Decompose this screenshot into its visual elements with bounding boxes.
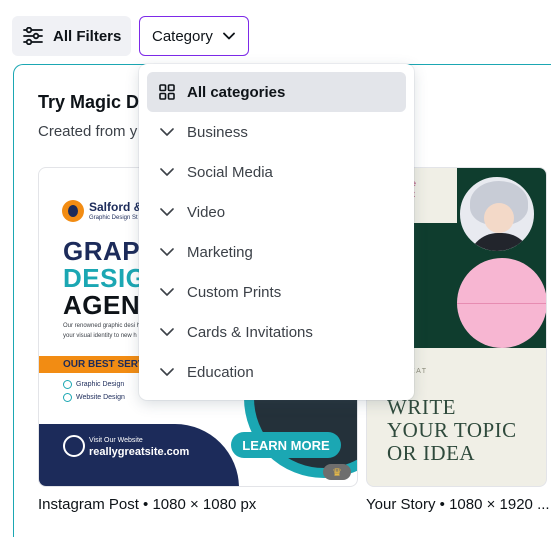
menu-item-label: All categories (187, 83, 286, 101)
menu-item-custom-prints[interactable]: Custom Prints (147, 272, 406, 312)
section-title: Try Magic D (38, 92, 140, 112)
service-item: Graphic Design (63, 380, 124, 389)
menu-item-education[interactable]: Education (147, 352, 406, 392)
chevron-down-icon (159, 164, 175, 180)
globe-icon (63, 435, 85, 457)
category-dropdown-button[interactable]: Category (139, 16, 249, 56)
brand-logo (62, 200, 84, 222)
check-circle-icon (63, 393, 72, 402)
visit-label: Visit Our Website (89, 437, 143, 444)
chevron-down-icon (222, 32, 235, 40)
menu-item-business[interactable]: Business (147, 112, 406, 152)
menu-item-label: Video (187, 203, 226, 221)
menu-item-label: Social Media (187, 163, 273, 181)
menu-item-marketing[interactable]: Marketing (147, 232, 406, 272)
headline-line-3: AGEN (63, 290, 141, 320)
check-circle-icon (63, 380, 72, 389)
menu-item-label: Marketing (187, 243, 253, 261)
chevron-down-icon (159, 244, 175, 260)
sliders-icon (23, 27, 43, 45)
chevron-down-icon (159, 364, 175, 380)
category-label: Category (152, 27, 213, 45)
brand-tagline: Graphic Design St (89, 215, 138, 221)
learn-more-badge: LEARN MORE (231, 432, 341, 458)
divider (457, 303, 546, 304)
brand-name: Salford & (89, 200, 143, 214)
chevron-down-icon (159, 124, 175, 140)
grid-icon (159, 84, 175, 100)
service-item: Website Design (63, 393, 125, 402)
menu-item-video[interactable]: Video (147, 192, 406, 232)
section-subtitle: Created from y (38, 123, 138, 140)
story-headline: WRITE YOUR TOPIC OR IDEA (387, 395, 517, 465)
menu-item-label: Education (187, 363, 254, 381)
all-filters-label: All Filters (53, 27, 122, 45)
menu-item-social-media[interactable]: Social Media (147, 152, 406, 192)
menu-item-label: Cards & Invitations (187, 323, 313, 341)
menu-item-cards-invitations[interactable]: Cards & Invitations (147, 312, 406, 352)
menu-item-label: Business (187, 123, 248, 141)
chevron-down-icon (159, 204, 175, 220)
crown-icon: ♛ (323, 464, 351, 480)
menu-item-label: Custom Prints (187, 283, 282, 301)
chevron-down-icon (159, 324, 175, 340)
category-dropdown-menu: All categories Business Social Media Vid… (139, 64, 414, 400)
visit-url: reallygreatsite.com (89, 446, 190, 458)
chevron-down-icon (159, 284, 175, 300)
card-caption: Instagram Post • 1080 × 1080 px (38, 496, 257, 513)
all-filters-button[interactable]: All Filters (12, 16, 131, 56)
menu-item-all-categories[interactable]: All categories (147, 72, 406, 112)
avatar (457, 174, 537, 254)
card-caption: Your Story • 1080 × 1920 ... (366, 496, 550, 513)
